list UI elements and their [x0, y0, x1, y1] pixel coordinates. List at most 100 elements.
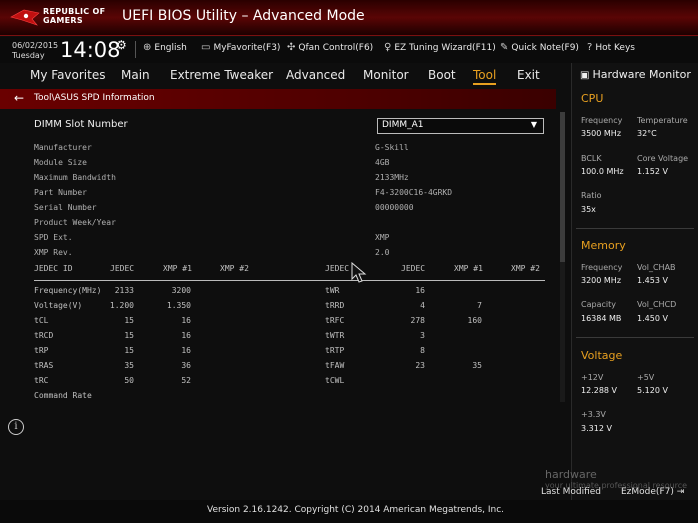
back-arrow-icon[interactable]: ← — [14, 91, 24, 105]
timing-jedec: 3 — [420, 331, 425, 340]
last-modified-button[interactable]: Last Modified — [541, 487, 601, 497]
clock-time: 14:08 — [60, 38, 121, 62]
chevron-down-icon: ▼ — [530, 120, 537, 129]
cpu-frequency-label: Frequency — [581, 116, 623, 125]
spd-value-serial-number: 00000000 — [375, 203, 414, 212]
title-bar: REPUBLIC OF GAMERS UEFI BIOS Utility – A… — [0, 0, 698, 36]
qfan-control-button[interactable]: ✣ Qfan Control(F6) — [287, 42, 373, 53]
spd-value-module-size: 4GB — [375, 158, 390, 167]
qfan-label: Qfan Control(F6) — [298, 43, 374, 53]
cpu-ratio-value: 35x — [581, 205, 596, 214]
timing-jedec: 2133 — [114, 286, 134, 295]
timing-name: tRRD — [325, 301, 345, 310]
timing-jedec: 50 — [124, 376, 134, 385]
timing-jedec: 278 — [410, 316, 425, 325]
timing-jedec: 4 — [420, 301, 425, 310]
spd-label-part-number: Part Number — [34, 188, 87, 197]
breadcrumb-path: Tool\ASUS SPD Information — [34, 93, 155, 103]
monitor-icon: ▭ — [201, 42, 211, 53]
myfavorite-button[interactable]: ▭ MyFavorite(F3) — [201, 42, 280, 53]
dimm-slot-select[interactable]: DIMM_A1 ▼ — [377, 118, 544, 134]
date-block: 06/02/2015 Tuesday — [12, 41, 58, 61]
voltage-5v-label: +5V — [637, 373, 655, 382]
ez-mode-button[interactable]: EzMode(F7) ⇥ — [621, 487, 684, 497]
timing-name: tRP — [34, 346, 49, 355]
tab-monitor[interactable]: Monitor — [363, 68, 409, 82]
note-icon: ✎ — [500, 42, 509, 53]
mouse-cursor-icon — [351, 262, 367, 283]
timing-jedec: 15 — [124, 331, 134, 340]
main-scrollbar[interactable] — [560, 112, 565, 402]
voltage-5v-value: 5.120 V — [637, 386, 668, 395]
timing-name: tRTP — [325, 346, 345, 355]
timing-xmp1: 1.350 — [166, 301, 191, 310]
memory-vol-chcd-value: 1.450 V — [637, 314, 668, 323]
hot-keys-button[interactable]: ? Hot Keys — [587, 42, 635, 53]
tab-advanced[interactable]: Advanced — [286, 68, 345, 82]
memory-vol-chcd-label: Vol_CHCD — [637, 300, 677, 309]
cpu-temperature-label: Temperature — [637, 116, 688, 125]
version-text: Version 2.16.1242. Copyright (C) 2014 Am… — [207, 505, 505, 515]
hardware-monitor-label: Hardware Monitor — [592, 68, 691, 81]
rog-logo: REPUBLIC OF GAMERS — [10, 5, 110, 31]
hw-section-voltage: Voltage — [581, 349, 623, 362]
spd-value-part-number: F4-3200C16-4GRKD — [375, 188, 453, 197]
quick-note-button[interactable]: ✎ Quick Note(F9) — [500, 42, 579, 53]
timing-name: Voltage(V) — [34, 301, 83, 310]
timing-name: tWR — [325, 286, 340, 295]
timing-name: tCL — [34, 316, 49, 325]
timing-header-right-xmp2: XMP #2 — [511, 264, 540, 273]
timing-jedec: 16 — [415, 286, 425, 295]
memory-vol-chab-label: Vol_CHAB — [637, 263, 676, 272]
logo-text-line1: REPUBLIC OF — [43, 7, 106, 16]
timing-xmp1: 7 — [477, 301, 482, 310]
day-text: Tuesday — [12, 51, 45, 60]
app-title: UEFI BIOS Utility – Advanced Mode — [122, 8, 365, 24]
quick-note-label: Quick Note(F9) — [511, 43, 579, 53]
cpu-frequency-value: 3500 MHz — [581, 129, 622, 138]
memory-frequency-label: Frequency — [581, 263, 623, 272]
tab-boot[interactable]: Boot — [428, 68, 456, 82]
timing-xmp1: 16 — [181, 316, 191, 325]
tab-my-favorites[interactable]: My Favorites — [30, 68, 105, 82]
hw-section-cpu: CPU — [581, 92, 604, 105]
ez-tuning-wizard-button[interactable]: ♀ EZ Tuning Wizard(F11) — [384, 42, 496, 53]
clock-settings-gear-icon[interactable]: ⚙ — [116, 38, 127, 52]
timing-name: tWTR — [325, 331, 345, 340]
timing-jedec: 1.200 — [109, 301, 134, 310]
hw-section-memory: Memory — [581, 239, 626, 252]
cpu-ratio-label: Ratio — [581, 191, 602, 200]
spd-label-spd-ext: SPD Ext. — [34, 233, 73, 242]
info-icon[interactable]: i — [8, 419, 24, 435]
timing-xmp1: 160 — [467, 316, 482, 325]
voltage-3v3-value: 3.312 V — [581, 424, 612, 433]
timing-xmp1: 52 — [181, 376, 191, 385]
scrollbar-thumb[interactable] — [560, 112, 565, 262]
timing-jedec: 15 — [124, 316, 134, 325]
timing-name: tRFC — [325, 316, 345, 325]
cpu-core-voltage-label: Core Voltage — [637, 154, 689, 163]
voltage-12v-label: +12V — [581, 373, 604, 382]
ez-tuning-label: EZ Tuning Wizard(F11) — [394, 43, 496, 53]
spd-label-max-bandwidth: Maximum Bandwidth — [34, 173, 116, 182]
timing-name: tCWL — [325, 376, 345, 385]
spd-value-spd-ext: XMP — [375, 233, 390, 242]
timing-name: tRC — [34, 376, 49, 385]
spd-value-manufacturer: G-Skill — [375, 143, 409, 152]
tab-main[interactable]: Main — [121, 68, 150, 82]
dimm-slot-value: DIMM_A1 — [382, 120, 424, 130]
timing-xmp1: 16 — [181, 331, 191, 340]
tab-extreme-tweaker[interactable]: Extreme Tweaker — [170, 68, 273, 82]
timing-jedec: 15 — [124, 346, 134, 355]
language-button[interactable]: ⊕ English — [143, 42, 187, 53]
memory-vol-chab-value: 1.453 V — [637, 276, 668, 285]
spd-value-xmp-rev: 2.0 — [375, 248, 390, 257]
tab-exit[interactable]: Exit — [517, 68, 540, 82]
timing-xmp1: 16 — [181, 346, 191, 355]
timing-header-jedec: JEDEC — [110, 264, 135, 273]
hardware-monitor-title: ▣ Hardware Monitor — [580, 68, 691, 81]
hot-keys-label: Hot Keys — [595, 43, 635, 53]
tab-tool[interactable]: Tool — [473, 68, 497, 85]
timing-jedec: 8 — [420, 346, 425, 355]
timing-name: tRAS — [34, 361, 54, 370]
